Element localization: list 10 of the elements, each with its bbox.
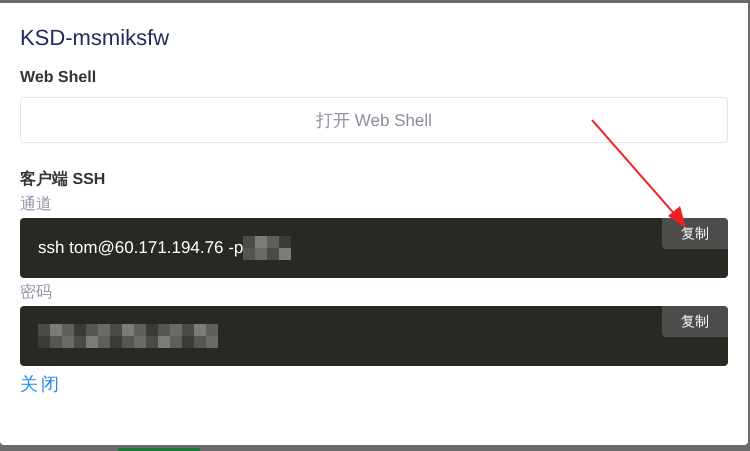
section-heading: 客户端 SSH (20, 169, 106, 190)
copy-button[interactable]: 复制 (662, 218, 728, 249)
copy-button[interactable]: 复制 (662, 306, 728, 337)
section-heading: Web Shell (20, 69, 98, 87)
close-link[interactable]: 关闭 (20, 372, 62, 396)
redacted-mosaic (243, 236, 292, 260)
field-label: 密码 (20, 282, 52, 303)
code-text: ssh tom@60.171.194.76 -p (38, 238, 244, 258)
dialog-title: KSD-msmiksfw (20, 25, 170, 51)
field-label: 通道 (20, 194, 52, 215)
